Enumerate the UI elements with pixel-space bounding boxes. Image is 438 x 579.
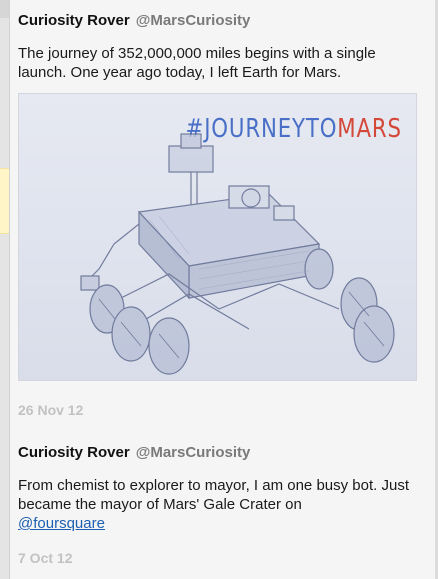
author-handle[interactable]: @MarsCuriosity — [136, 444, 251, 461]
author-name[interactable]: Curiosity Rover — [18, 444, 130, 461]
mention-link[interactable]: @foursquare — [18, 515, 105, 532]
tweet-media-image[interactable]: #JOURNEYTOMARS — [18, 93, 417, 381]
gutter-marker — [0, 0, 9, 18]
tweet-text: From chemist to explorer to mayor, I am … — [18, 476, 416, 533]
gutter-highlight — [0, 168, 9, 234]
tweet-timestamp[interactable]: 7 Oct 12 — [18, 550, 416, 566]
tweet-body: From chemist to explorer to mayor, I am … — [18, 477, 409, 513]
tweet-header: Curiosity Rover @MarsCuriosity — [18, 12, 417, 30]
tweet-timestamp[interactable]: 26 Nov 12 — [18, 402, 417, 418]
tweet-text: The journey of 352,000,000 miles begins … — [18, 45, 376, 81]
author-name[interactable]: Curiosity Rover — [18, 12, 130, 29]
tweet: Curiosity Rover @MarsCuriosity The journe… — [18, 12, 417, 418]
tweet-header: Curiosity Rover @MarsCuriosity — [18, 444, 416, 462]
left-gutter — [0, 0, 10, 579]
tweet: Curiosity Rover @MarsCuriosity From chemi… — [18, 444, 416, 566]
rover-sketch-illustration — [80, 133, 395, 375]
author-handle[interactable]: @MarsCuriosity — [136, 12, 251, 29]
